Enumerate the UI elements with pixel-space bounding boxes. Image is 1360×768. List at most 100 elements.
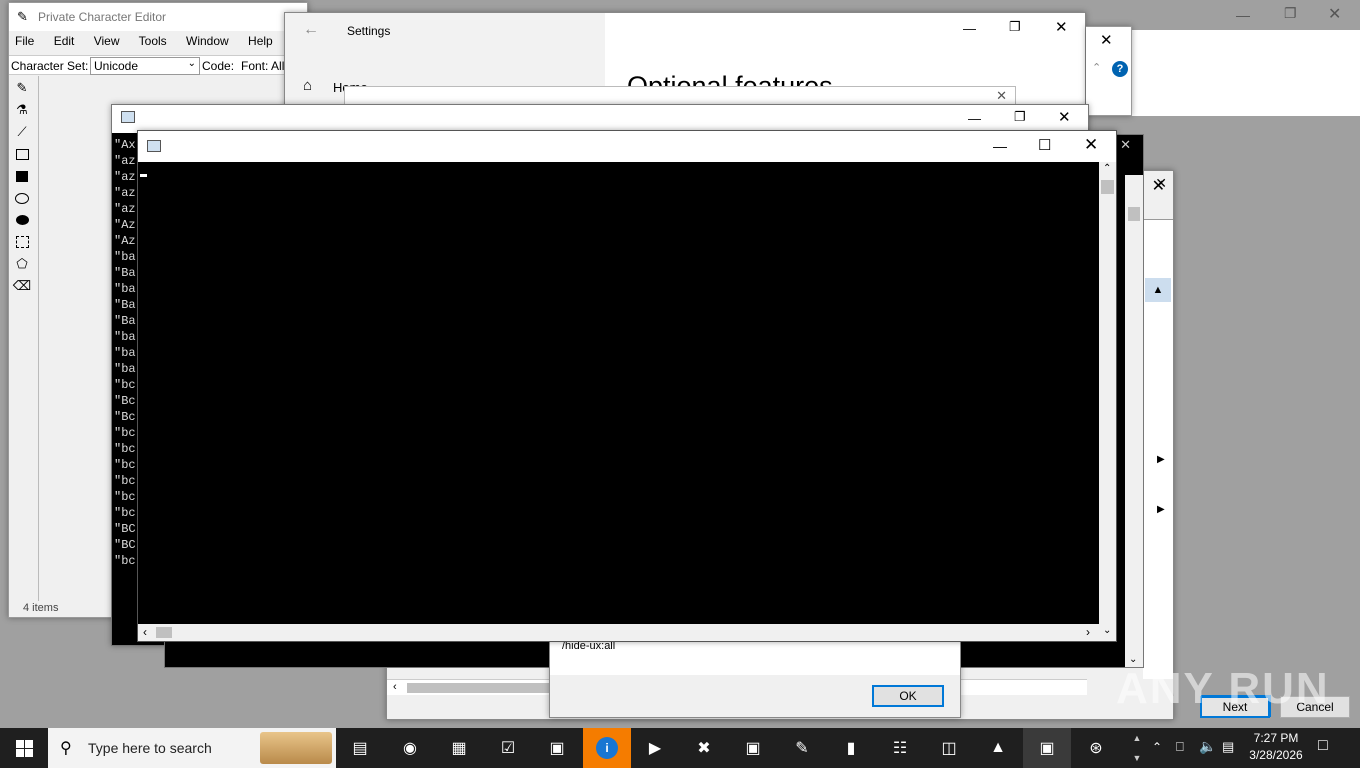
menu-view[interactable]: View [94, 34, 120, 48]
taskbar-app-8-icon[interactable]: ▣ [735, 732, 771, 764]
taskbar-app-4-icon[interactable]: ▣ [539, 732, 575, 764]
hscroll-thumb[interactable] [156, 627, 172, 638]
bg-white-region [1130, 30, 1360, 116]
taskbar-app-9-icon[interactable]: ✎ [784, 732, 820, 764]
console3-vscroll[interactable]: ⌄ [1125, 175, 1143, 667]
console-front-minimize-button[interactable]: — [993, 138, 1007, 154]
taskbar-app-11-icon[interactable]: ☷ [882, 732, 918, 764]
filled-ellipse-icon[interactable] [12, 210, 32, 230]
network-meeting-icon[interactable]: ⎕ [1176, 739, 1184, 755]
taskbar-app-7-icon[interactable]: ✖ [686, 732, 722, 764]
pencil-icon[interactable]: ✎ [12, 78, 32, 98]
vscroll-thumb[interactable] [1101, 180, 1114, 194]
search-box[interactable]: ⚲ Type here to search [48, 728, 336, 768]
taskbar-active-app[interactable]: i [583, 728, 631, 768]
hollow-rect-icon[interactable] [12, 144, 32, 164]
bg-maximize-button[interactable]: ❐ [1284, 5, 1297, 22]
notification-icon[interactable]: □ [1318, 737, 1328, 755]
charset-select[interactable]: Unicode ⌄ [90, 57, 200, 75]
wizard-list-panel: ▲ ▶ ▶ [1143, 219, 1173, 679]
home-icon[interactable]: ⌂ [303, 77, 312, 94]
menu-help[interactable]: Help [248, 34, 273, 48]
console-front-hscroll[interactable]: ‹ › ⌄ [138, 624, 1116, 641]
taskbar-app-1-icon[interactable]: ◉ [392, 732, 428, 764]
font-label: Font: All [241, 59, 285, 73]
bg-minimize-button[interactable]: — [1236, 7, 1250, 23]
ok-label: OK [899, 689, 917, 703]
menu-tools[interactable]: Tools [139, 34, 167, 48]
start-button[interactable] [0, 728, 48, 768]
scroll-up-icon[interactable]: ⌃ [1103, 163, 1111, 174]
clock-date: 3/28/2026 [1249, 748, 1303, 762]
taskbar-app-12-icon[interactable]: ◫ [931, 732, 967, 764]
chevron-up-icon: ⌃ [1092, 62, 1102, 74]
info-icon: i [596, 737, 618, 759]
bluetooth-icon[interactable]: ⊛ [1078, 732, 1114, 764]
hollow-ellipse-icon[interactable] [12, 188, 32, 208]
pce-titlebar: ✎ Private Character Editor [9, 3, 307, 31]
console-back-minimize[interactable]: — [968, 111, 981, 126]
settings-close-button[interactable]: ✕ [1055, 18, 1068, 36]
help-dialog-close-button[interactable]: ✕ [1100, 31, 1113, 49]
watermark: ANY RUN [1116, 664, 1330, 713]
settings-subdialog: ✕ [344, 86, 1016, 106]
console3-close-2[interactable]: ✕ [1155, 175, 1167, 192]
charset-value: Unicode [94, 59, 139, 73]
console-front-maximize-button[interactable]: ☐ [1038, 136, 1051, 154]
taskbar-app-3-icon[interactable]: ☑ [490, 732, 526, 764]
network-icon[interactable]: ▤ [1222, 739, 1234, 755]
expand-arrow-icon-2[interactable]: ▶ [1157, 504, 1165, 515]
rect-select-icon[interactable] [12, 232, 32, 252]
taskbar-app-13-icon[interactable]: ▲ [980, 732, 1016, 764]
tray-chevron-icon[interactable]: ⌃ [1152, 740, 1162, 754]
back-arrow-icon[interactable]: ← [303, 21, 319, 39]
menu-edit[interactable]: Edit [54, 34, 75, 48]
console3-close[interactable]: ✕ [1120, 137, 1131, 153]
pce-toolbar: Character Set: Unicode ⌄ Code: Font: All [9, 55, 307, 75]
volume-icon[interactable]: 🔈 [1199, 738, 1216, 755]
settings-title: Settings [347, 24, 391, 38]
search-highlight-image [260, 732, 332, 764]
console-back-titlebar: — ❐ ✕ [112, 105, 1088, 133]
scroll-down-icon[interactable]: ⌄ [1103, 625, 1111, 636]
task-view-icon[interactable]: ▤ [342, 732, 378, 764]
wizard-scroll-up-button[interactable]: ▲ [1145, 278, 1171, 302]
scroll-thumb[interactable] [407, 683, 557, 693]
console-app-icon [121, 111, 135, 123]
scroll-left-icon[interactable]: ‹ [393, 681, 397, 693]
taskbar-app-10-icon[interactable]: ▮ [833, 732, 869, 764]
eraser-icon[interactable]: ⌫ [12, 276, 32, 296]
cursor [140, 174, 147, 177]
console-front-close-button[interactable]: ✕ [1084, 135, 1098, 155]
taskbar-app-2-icon[interactable]: ▦ [441, 732, 477, 764]
menu-file[interactable]: File [15, 34, 34, 48]
help-icon[interactable]: ? [1112, 61, 1128, 77]
subdialog-close-button[interactable]: ✕ [996, 88, 1007, 104]
taskbar-scroll[interactable]: ▲ ▼ [1128, 728, 1146, 768]
console-front-body [138, 162, 1099, 624]
clock[interactable]: 7:27 PM 3/28/2026 [1244, 731, 1308, 765]
ok-button[interactable]: OK [872, 685, 944, 707]
console3-scroll-thumb[interactable] [1128, 207, 1140, 221]
expand-arrow-icon[interactable]: ▶ [1157, 454, 1165, 465]
status-items: 4 items [23, 602, 59, 614]
taskbar-app-14-active[interactable]: ▣ [1023, 728, 1071, 768]
console-back-close[interactable]: ✕ [1058, 108, 1071, 126]
hscroll-left-icon[interactable]: ‹ [143, 625, 147, 639]
console-front-vscroll[interactable]: ⌃ [1099, 162, 1116, 624]
hscroll-right-icon[interactable]: › [1086, 625, 1090, 639]
bg-close-button[interactable]: ✕ [1328, 4, 1341, 24]
search-icon: ⚲ [60, 740, 72, 757]
taskbar-app-6-icon[interactable]: ▶ [637, 732, 673, 764]
console-back-maximize[interactable]: ❐ [1014, 109, 1026, 125]
brush-icon[interactable]: ⚗ [12, 100, 32, 120]
pce-title: Private Character Editor [38, 10, 167, 24]
line-icon[interactable]: ⟋ [12, 122, 32, 142]
filled-rect-icon[interactable] [12, 166, 32, 186]
freeform-select-icon[interactable]: ⬠ [12, 254, 32, 274]
settings-minimize-button[interactable]: — [963, 21, 976, 36]
settings-maximize-button[interactable]: ❐ [1009, 19, 1021, 35]
console-window-front: — ☐ ✕ ⌃ ‹ › ⌄ [137, 130, 1117, 642]
menu-window[interactable]: Window [186, 34, 229, 48]
pce-app-icon: ✎ [17, 9, 28, 24]
